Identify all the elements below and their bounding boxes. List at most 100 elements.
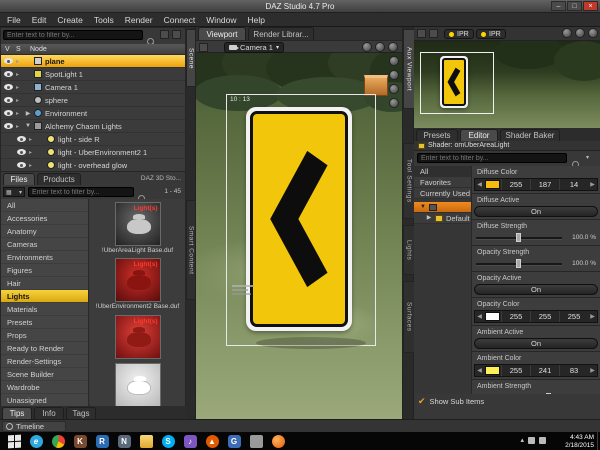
color-value-b[interactable]: 255 <box>559 311 588 322</box>
visibility-eye-icon[interactable] <box>4 58 13 64</box>
aux-eye-icon[interactable] <box>417 29 426 38</box>
increment-icon[interactable]: ▶ <box>588 179 597 190</box>
increment-icon[interactable]: ▶ <box>588 311 597 322</box>
taskbar-icon[interactable]: N <box>114 434 134 448</box>
param-slider[interactable]: 100.0 % <box>474 232 598 243</box>
node-label[interactable]: sphere <box>45 96 68 105</box>
node-label[interactable]: Alchemy Chasm Lights <box>45 122 122 131</box>
slider-handle[interactable] <box>516 259 522 268</box>
scene-node-group[interactable]: ▸ ▼ Alchemy Chasm Lights <box>1 120 185 133</box>
draw-style-icon[interactable] <box>362 42 372 52</box>
scene-node-spotlight[interactable]: ▸ SpotLight 1 <box>1 68 185 81</box>
aux-camera-icon[interactable] <box>562 28 572 38</box>
category-lights[interactable]: Lights <box>1 290 88 303</box>
visibility-eye-icon[interactable] <box>4 97 13 103</box>
tab-scene[interactable]: Scene <box>186 29 196 87</box>
color-value-row[interactable]: ◀ 255 187 14 ▶ <box>474 178 598 191</box>
pan-control-icon[interactable] <box>389 84 399 94</box>
show-sub-items-checkbox[interactable]: ✔ Show Sub Items <box>418 397 484 407</box>
category-accessories[interactable]: Accessories <box>1 212 88 225</box>
ipr-button-2[interactable]: IPR <box>476 29 506 39</box>
panel-menu-icon[interactable] <box>172 30 181 39</box>
taskbar-icon[interactable]: S <box>158 434 178 448</box>
color-value-g[interactable]: 255 <box>530 311 559 322</box>
camera-selector[interactable]: Camera 1 ▾ <box>224 42 284 53</box>
color-value-g[interactable]: 187 <box>530 179 559 190</box>
taskbar-icon[interactable]: ▲ <box>202 434 222 448</box>
visibility-eye-icon[interactable] <box>17 136 26 142</box>
node-label[interactable]: light - overhead glow <box>58 161 127 170</box>
visibility-eye-icon[interactable] <box>4 71 13 77</box>
category-cameras[interactable]: Cameras <box>1 238 88 251</box>
color-swatch[interactable] <box>485 180 500 189</box>
color-swatch[interactable] <box>485 312 500 321</box>
title-bar[interactable]: DAZ Studio 4.7 Pro – □ × <box>0 0 600 13</box>
aux-menu-icon[interactable] <box>588 28 598 38</box>
aux-options-icon[interactable] <box>429 29 438 38</box>
maximize-button[interactable]: □ <box>567 1 582 11</box>
decrement-icon[interactable]: ◀ <box>475 179 484 190</box>
visibility-eye-icon[interactable] <box>17 149 26 155</box>
menu-create[interactable]: Create <box>57 15 83 25</box>
node-label[interactable]: Camera 1 <box>45 83 78 92</box>
category-environments[interactable]: Environments <box>1 251 88 264</box>
content-item[interactable]: Light(s) <box>90 314 185 359</box>
content-item[interactable] <box>90 362 185 407</box>
decrement-icon[interactable]: ◀ <box>475 311 484 322</box>
content-item[interactable]: Light(s) !UberEnvironment2 Base.duf <box>90 258 185 310</box>
tab-files[interactable]: Files <box>3 173 35 185</box>
tab-tips[interactable]: Tips <box>2 407 32 419</box>
aux-orbit-icon[interactable] <box>575 28 585 38</box>
tray-icon[interactable] <box>539 436 546 444</box>
node-label[interactable]: light - UberEnvironment2 1 <box>58 148 147 157</box>
thumbnail[interactable]: Light(s) <box>114 258 161 303</box>
category-all[interactable]: All <box>1 199 88 212</box>
surface-tree-root[interactable]: ▼ <box>414 202 471 213</box>
taskbar-clock[interactable]: 4:43 AM 2/18/2015 <box>565 434 594 449</box>
toggle-button[interactable]: On <box>474 206 598 217</box>
category-presets[interactable]: Presets <box>1 316 88 329</box>
scene-filter-input[interactable] <box>3 30 143 40</box>
slider-value[interactable]: 100.0 % <box>572 234 596 241</box>
select-pointer-icon[interactable]: ▸ <box>16 58 22 65</box>
tab-presets[interactable]: Presets <box>416 129 458 141</box>
aux-view-icon[interactable] <box>375 42 385 52</box>
tray-expand-icon[interactable]: ▴ <box>520 436 524 444</box>
surface-filter-favorites[interactable]: Favorites <box>414 177 471 188</box>
increment-icon[interactable]: ▶ <box>588 365 597 376</box>
category-ready-to-render[interactable]: Ready to Render <box>1 342 88 355</box>
thumbnail[interactable]: Light(s) <box>114 202 161 246</box>
store-link[interactable]: DAZ 3D Sto... <box>141 175 181 182</box>
select-pointer-icon[interactable]: ▸ <box>16 71 22 78</box>
node-label[interactable]: SpotLight 1 <box>45 70 83 79</box>
viewport-canvas[interactable]: 10 : 13 <box>196 53 402 419</box>
select-pointer-icon[interactable]: ▸ <box>29 149 35 156</box>
scene-node-plane[interactable]: ▸ plane <box>1 55 185 68</box>
taskbar-icon[interactable] <box>136 434 156 448</box>
category-props[interactable]: Props <box>1 329 88 342</box>
expand-caret-icon[interactable]: ▼ <box>25 123 31 129</box>
minimize-button[interactable]: – <box>551 1 566 11</box>
tab-timeline[interactable]: Timeline <box>2 421 66 432</box>
orbit-control-icon[interactable] <box>389 56 399 66</box>
select-pointer-icon[interactable]: ▸ <box>16 84 22 91</box>
taskbar-icon[interactable] <box>48 434 68 448</box>
visibility-eye-icon[interactable] <box>4 110 13 116</box>
color-value-r[interactable]: 255 <box>501 179 530 190</box>
node-label[interactable]: Environment <box>45 109 87 118</box>
rotate-control-icon[interactable] <box>389 70 399 80</box>
tab-info[interactable]: Info <box>34 407 64 419</box>
ipr-button-1[interactable]: IPR <box>444 29 474 39</box>
decrement-icon[interactable]: ◀ <box>475 365 484 376</box>
thumbnail[interactable] <box>114 362 161 407</box>
column-node[interactable]: Node <box>30 46 47 53</box>
tab-smart-content[interactable]: Smart Content <box>186 200 196 300</box>
param-slider[interactable]: 100.0 % <box>474 258 598 269</box>
filter-options-icon[interactable] <box>160 30 169 39</box>
surface-filter-all[interactable]: All <box>414 166 471 177</box>
taskbar-icon[interactable]: e <box>26 434 46 448</box>
category-wardrobe[interactable]: Wardrobe <box>1 381 88 394</box>
tab-tags[interactable]: Tags <box>66 407 96 419</box>
view-options-icon[interactable] <box>388 42 398 52</box>
taskbar-icon[interactable] <box>246 434 266 448</box>
